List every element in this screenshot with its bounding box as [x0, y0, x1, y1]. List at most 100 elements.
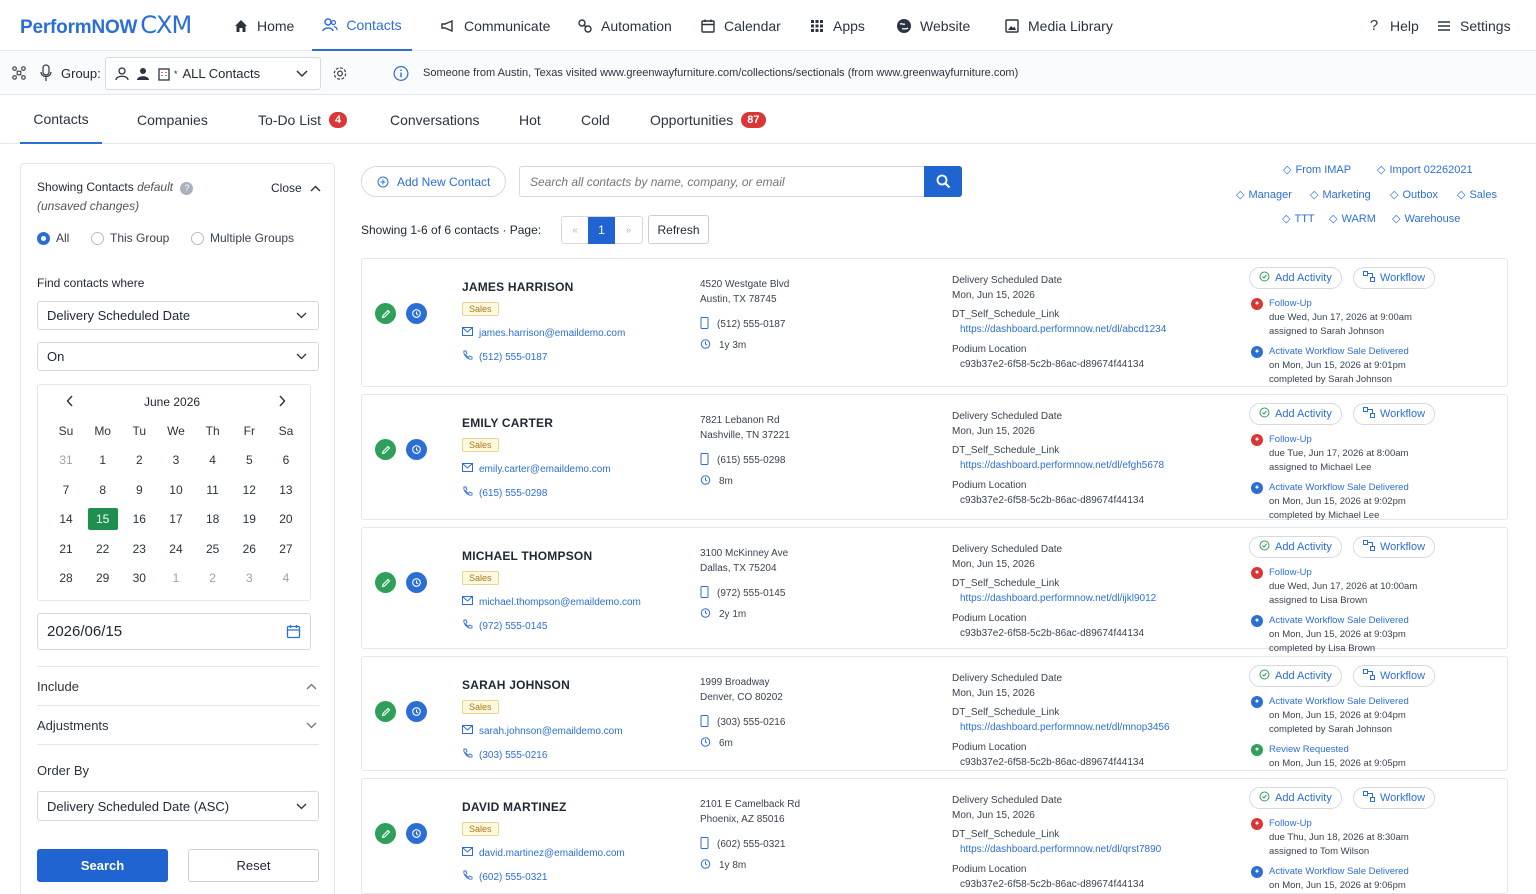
schedule-link[interactable]: https://dashboard.performnow.net/dl/abcd… [952, 322, 1166, 337]
contact-email[interactable]: michael.thompson@emaildemo.com [462, 596, 641, 608]
history-button[interactable] [406, 439, 427, 460]
nav-media-library[interactable]: Media Library [1004, 0, 1113, 51]
tab-contacts[interactable]: Contacts [20, 96, 102, 144]
contact-name[interactable]: DAVID MARTINEZ [462, 800, 567, 814]
calendar-day[interactable]: 17 [161, 508, 191, 530]
workflow-button[interactable]: Workflow [1353, 787, 1436, 809]
add-activity-button[interactable]: Add Activity [1249, 787, 1342, 809]
calendar-day[interactable]: 3 [161, 449, 191, 471]
calendar-day[interactable]: 23 [124, 538, 154, 560]
tag-filter[interactable]: ◇ Warehouse [1392, 212, 1460, 226]
tag-filter[interactable]: ◇ From IMAP [1283, 163, 1351, 177]
contact-mobile[interactable]: (602) 555-0321 [700, 837, 785, 852]
calendar-day[interactable]: 2 [124, 449, 154, 471]
contact-mobile[interactable]: (972) 555-0145 [700, 586, 785, 601]
edit-contact-button[interactable] [375, 572, 396, 593]
tab-todo-list[interactable]: To-Do List 4 [258, 96, 348, 144]
calendar-day[interactable]: 15 [87, 508, 118, 530]
contact-email[interactable]: emily.carter@emaildemo.com [462, 463, 611, 475]
adjustments-section[interactable]: Adjustments [37, 717, 319, 733]
edit-contact-button[interactable] [375, 303, 396, 324]
nav-help[interactable]: ? Help [1366, 0, 1419, 51]
tag-filter[interactable]: ◇ Marketing [1310, 188, 1371, 202]
brand-logo[interactable]: PerformNOW CXM [20, 11, 192, 39]
contact-mobile[interactable]: (303) 555-0216 [700, 715, 785, 730]
activity-title[interactable]: Activate Workflow Sale Delivered [1269, 695, 1409, 709]
edit-contact-button[interactable] [375, 701, 396, 722]
schedule-link[interactable]: https://dashboard.performnow.net/dl/ijkl… [952, 591, 1156, 606]
calendar-day[interactable]: 7 [51, 479, 81, 501]
calendar-day[interactable]: 12 [234, 479, 264, 501]
group-select[interactable]: * ALL Contacts [105, 57, 321, 90]
gear-icon[interactable] [332, 65, 348, 81]
tag-filter[interactable]: ◇ Outbox [1390, 188, 1438, 202]
tab-conversations[interactable]: Conversations [390, 96, 480, 144]
calendar-day[interactable]: 31 [51, 449, 81, 471]
calendar-day[interactable]: 2 [198, 567, 228, 589]
tab-opportunities[interactable]: Opportunities 87 [650, 96, 766, 144]
calendar-day[interactable]: 28 [51, 567, 81, 589]
contact-name[interactable]: JAMES HARRISON [462, 280, 573, 294]
contact-mobile[interactable]: (615) 555-0298 [700, 453, 785, 468]
calendar-day[interactable]: 22 [88, 538, 118, 560]
workflow-button[interactable]: Workflow [1353, 665, 1436, 687]
reset-button[interactable]: Reset [188, 849, 319, 882]
calendar-day[interactable]: 13 [271, 479, 301, 501]
add-activity-button[interactable]: Add Activity [1249, 403, 1342, 425]
nav-communicate[interactable]: Communicate [440, 0, 550, 51]
calendar-day[interactable]: 25 [198, 538, 228, 560]
add-activity-button[interactable]: Add Activity [1249, 267, 1342, 289]
activity-title[interactable]: Follow-Up [1269, 817, 1409, 831]
nav-home[interactable]: Home [233, 0, 294, 51]
add-activity-button[interactable]: Add Activity [1249, 536, 1342, 558]
activity-title[interactable]: Follow-Up [1269, 566, 1417, 580]
tag-filter[interactable]: ◇ TTT [1282, 212, 1315, 226]
search-input[interactable] [519, 166, 925, 197]
search-button[interactable]: Search [37, 849, 168, 882]
tab-cold[interactable]: Cold [581, 96, 610, 144]
calendar-day[interactable]: 21 [51, 538, 81, 560]
nav-calendar[interactable]: Calendar [700, 0, 781, 51]
calendar-icon[interactable] [285, 624, 301, 640]
schedule-link[interactable]: https://dashboard.performnow.net/dl/qrst… [952, 842, 1161, 857]
edit-contact-button[interactable] [375, 823, 396, 844]
edit-contact-button[interactable] [375, 439, 396, 460]
activity-title[interactable]: Follow-Up [1269, 297, 1412, 311]
calendar-day[interactable]: 24 [161, 538, 191, 560]
activity-title[interactable]: Follow-Up [1269, 433, 1408, 447]
next-page-button[interactable]: » [615, 225, 642, 236]
radio-multiple-groups[interactable]: Multiple Groups [191, 231, 294, 245]
contact-phone[interactable]: (615) 555-0298 [462, 486, 547, 500]
calendar-day[interactable]: 19 [234, 508, 264, 530]
contact-email[interactable]: james.harrison@emaildemo.com [462, 327, 625, 339]
schedule-link[interactable]: https://dashboard.performnow.net/dl/mnop… [952, 720, 1170, 735]
activity-title[interactable]: Review Requested [1269, 743, 1406, 757]
workflow-button[interactable]: Workflow [1353, 403, 1436, 425]
search-submit-button[interactable] [924, 166, 962, 197]
microphone-icon[interactable] [38, 64, 54, 81]
tag-filter[interactable]: ◇ Import 02262021 [1377, 163, 1473, 177]
nav-automation[interactable]: Automation [577, 0, 672, 51]
nav-settings[interactable]: Settings [1436, 0, 1511, 51]
calendar-day[interactable]: 27 [271, 538, 301, 560]
calendar-day[interactable]: 1 [161, 567, 191, 589]
history-button[interactable] [406, 303, 427, 324]
refresh-button[interactable]: Refresh [648, 215, 709, 244]
tab-companies[interactable]: Companies [137, 96, 208, 144]
contact-name[interactable]: EMILY CARTER [462, 416, 553, 430]
calendar-day[interactable]: 14 [51, 508, 81, 530]
calendar-day[interactable]: 20 [271, 508, 301, 530]
nav-apps[interactable]: Apps [809, 0, 865, 51]
tag-filter[interactable]: ◇ Sales [1457, 188, 1497, 202]
contact-name[interactable]: MICHAEL THOMPSON [462, 549, 592, 563]
calendar-day[interactable]: 6 [271, 449, 301, 471]
history-button[interactable] [406, 572, 427, 593]
calendar-day[interactable]: 18 [198, 508, 228, 530]
calendar-day[interactable]: 4 [198, 449, 228, 471]
tag-filter[interactable]: ◇ WARM [1329, 212, 1376, 226]
date-input[interactable]: 2026/06/15 [37, 613, 311, 650]
chevron-left-icon[interactable] [62, 393, 78, 409]
calendar-day[interactable]: 8 [88, 479, 118, 501]
calendar-day[interactable]: 5 [234, 449, 264, 471]
radio-this-group[interactable]: This Group [91, 231, 169, 245]
